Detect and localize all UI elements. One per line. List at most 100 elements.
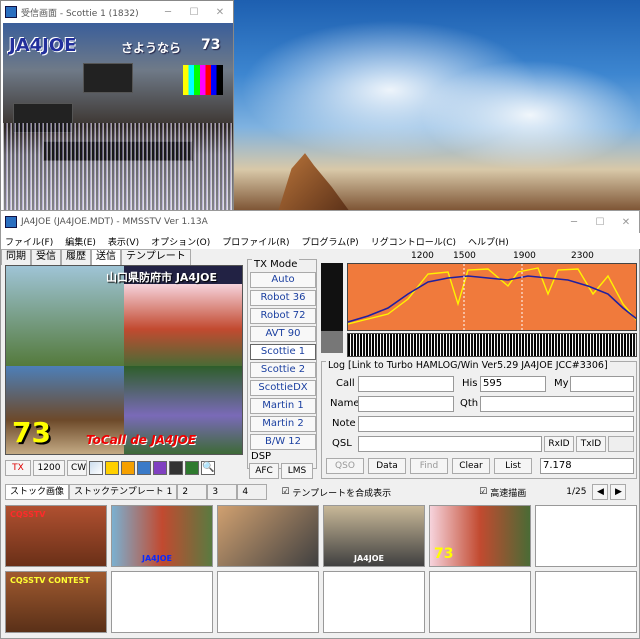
- frequency-select[interactable]: 7.178: [540, 458, 634, 474]
- clip-icon[interactable]: [185, 461, 199, 475]
- rx-callsign: JA4JOE: [9, 35, 77, 56]
- image-tool-icon[interactable]: [105, 461, 119, 475]
- thumb-9[interactable]: [217, 571, 319, 633]
- qso-button[interactable]: QSO: [326, 458, 364, 474]
- mode-martin1[interactable]: Martin 1: [250, 398, 316, 414]
- close-icon[interactable]: ✕: [613, 217, 639, 228]
- minimize-icon[interactable]: ─: [561, 217, 587, 228]
- thumb-1[interactable]: CQSSTV: [5, 505, 107, 567]
- qsl-field[interactable]: [358, 436, 542, 452]
- mode-robot36[interactable]: Robot 36: [250, 290, 316, 306]
- tab-stock-4[interactable]: 4: [237, 484, 268, 500]
- image-tool4-icon[interactable]: [153, 461, 167, 475]
- mode-robot72[interactable]: Robot 72: [250, 308, 316, 324]
- data-button[interactable]: Data: [368, 458, 406, 474]
- thumb-12[interactable]: [535, 571, 637, 633]
- find-button[interactable]: Find: [410, 458, 448, 474]
- rxid-button[interactable]: RxID: [544, 436, 574, 452]
- tab-stock-3[interactable]: 3: [207, 484, 238, 500]
- spectrum-display[interactable]: [347, 263, 637, 331]
- cw-button[interactable]: CW: [67, 460, 87, 476]
- tick-1500: 1500: [453, 251, 476, 261]
- my-field[interactable]: [570, 376, 634, 392]
- thumb-6[interactable]: [535, 505, 637, 567]
- note-field[interactable]: [358, 416, 634, 432]
- image-tool3-icon[interactable]: [137, 461, 151, 475]
- menu-options[interactable]: オプション(O): [151, 235, 210, 248]
- thumb-7[interactable]: CQSSTV CONTEST: [5, 571, 107, 633]
- thumb-11[interactable]: [429, 571, 531, 633]
- qth-field[interactable]: [480, 396, 634, 412]
- dsp-label: DSP: [251, 451, 272, 462]
- thumb-8[interactable]: [111, 571, 213, 633]
- rx-window: 受信画面 - Scottie 1 (1832) ─ ☐ ✕ JA4JOE さようなら…: [0, 0, 234, 212]
- main-window-titlebar[interactable]: JA4JOE (JA4JOE.MDT) - MMSSTV Ver 1.13A ─…: [1, 211, 639, 233]
- txid-button[interactable]: TxID: [576, 436, 606, 452]
- image-tool5-icon[interactable]: [169, 461, 183, 475]
- menu-help[interactable]: ヘルプ(H): [468, 235, 509, 248]
- tx-button[interactable]: TX: [5, 460, 31, 476]
- call-label: Call: [336, 378, 355, 389]
- maximize-icon[interactable]: ☐: [587, 217, 613, 228]
- thumb-2[interactable]: JA4JOE: [111, 505, 213, 567]
- minimize-icon[interactable]: ─: [155, 7, 181, 18]
- tab-template[interactable]: テンプレート: [121, 249, 191, 265]
- speed-button[interactable]: 1200: [33, 460, 65, 476]
- mode-scottie2[interactable]: Scottie 2: [250, 362, 316, 378]
- tab-history[interactable]: 履歴: [61, 249, 91, 265]
- clear-button[interactable]: Clear: [452, 458, 490, 474]
- thumb-3[interactable]: [217, 505, 319, 567]
- mode-avt90[interactable]: AVT 90: [250, 326, 316, 342]
- list-button[interactable]: List: [494, 458, 532, 474]
- extra-button[interactable]: [608, 436, 634, 452]
- tab-stock-2[interactable]: 2: [177, 484, 208, 500]
- thumb-1-label: CQSSTV: [10, 510, 46, 519]
- tab-stock-image[interactable]: ストック画像: [5, 484, 70, 500]
- tab-stock-template-1[interactable]: ストックテンプレート 1: [69, 484, 178, 500]
- mode-tabs: 同期 受信 履歴 送信 テンプレート: [1, 249, 191, 265]
- lms-button[interactable]: LMS: [281, 463, 313, 479]
- his-field[interactable]: 595: [480, 376, 546, 392]
- afc-button[interactable]: AFC: [249, 463, 279, 479]
- prev-page-icon[interactable]: ◀: [592, 484, 609, 500]
- rx-window-titlebar[interactable]: 受信画面 - Scottie 1 (1832) ─ ☐ ✕: [1, 1, 233, 23]
- mode-scottie1[interactable]: Scottie 1: [250, 344, 316, 360]
- name-field[interactable]: [358, 396, 454, 412]
- mode-auto[interactable]: Auto: [250, 272, 316, 288]
- tab-rx[interactable]: 受信: [31, 249, 61, 265]
- menu-file[interactable]: ファイル(F): [5, 235, 53, 248]
- thumb-7-label: CQSSTV CONTEST: [10, 576, 90, 585]
- image-tool2-icon[interactable]: [121, 461, 135, 475]
- stock-thumbnails: CQSSTV JA4JOE JA4JOE 73 CQSSTV CONTEST: [5, 505, 637, 637]
- menu-edit[interactable]: 編集(E): [65, 235, 96, 248]
- tab-sync[interactable]: 同期: [1, 249, 31, 265]
- search-icon[interactable]: 🔍: [201, 461, 215, 475]
- dsp-group: DSP AFC LMS: [247, 449, 317, 479]
- close-icon[interactable]: ✕: [207, 7, 233, 18]
- call-field[interactable]: [358, 376, 454, 392]
- thumb-2-label: JA4JOE: [142, 554, 172, 563]
- thumb-10[interactable]: [323, 571, 425, 633]
- text-tool-icon[interactable]: [89, 461, 103, 475]
- template-check-label: テンプレートを合成表示: [292, 488, 392, 499]
- thumb-5[interactable]: 73: [429, 505, 531, 567]
- next-page-icon[interactable]: ▶: [610, 484, 627, 500]
- tx-image-73: 73: [12, 416, 51, 449]
- tx-mode-group: TX Mode Auto Robot 36 Robot 72 AVT 90 Sc…: [247, 259, 317, 469]
- stock-toolbar: ストック画像 ストックテンプレート 1 2 3 4 ☑ テンプレートを合成表示 …: [5, 483, 637, 501]
- fast-checkbox[interactable]: ☑: [479, 487, 487, 497]
- mode-bw12[interactable]: B/W 12: [250, 434, 316, 450]
- menu-program[interactable]: プログラム(P): [302, 235, 359, 248]
- maximize-icon[interactable]: ☐: [181, 7, 207, 18]
- menu-profile[interactable]: プロファイル(R): [222, 235, 289, 248]
- menu-rig-control[interactable]: リグコントロール(C): [371, 235, 456, 248]
- tab-tx[interactable]: 送信: [91, 249, 121, 265]
- waterfall-display[interactable]: [347, 333, 637, 357]
- color-bars: [183, 65, 223, 95]
- menu-view[interactable]: 表示(V): [108, 235, 139, 248]
- mode-scottiedx[interactable]: ScottieDX: [250, 380, 316, 396]
- tx-image[interactable]: 山口県防府市 JA4JOE 73 ToCall de JA4JOE: [5, 265, 243, 455]
- template-checkbox[interactable]: ☑: [281, 487, 289, 497]
- thumb-4[interactable]: JA4JOE: [323, 505, 425, 567]
- mode-martin2[interactable]: Martin 2: [250, 416, 316, 432]
